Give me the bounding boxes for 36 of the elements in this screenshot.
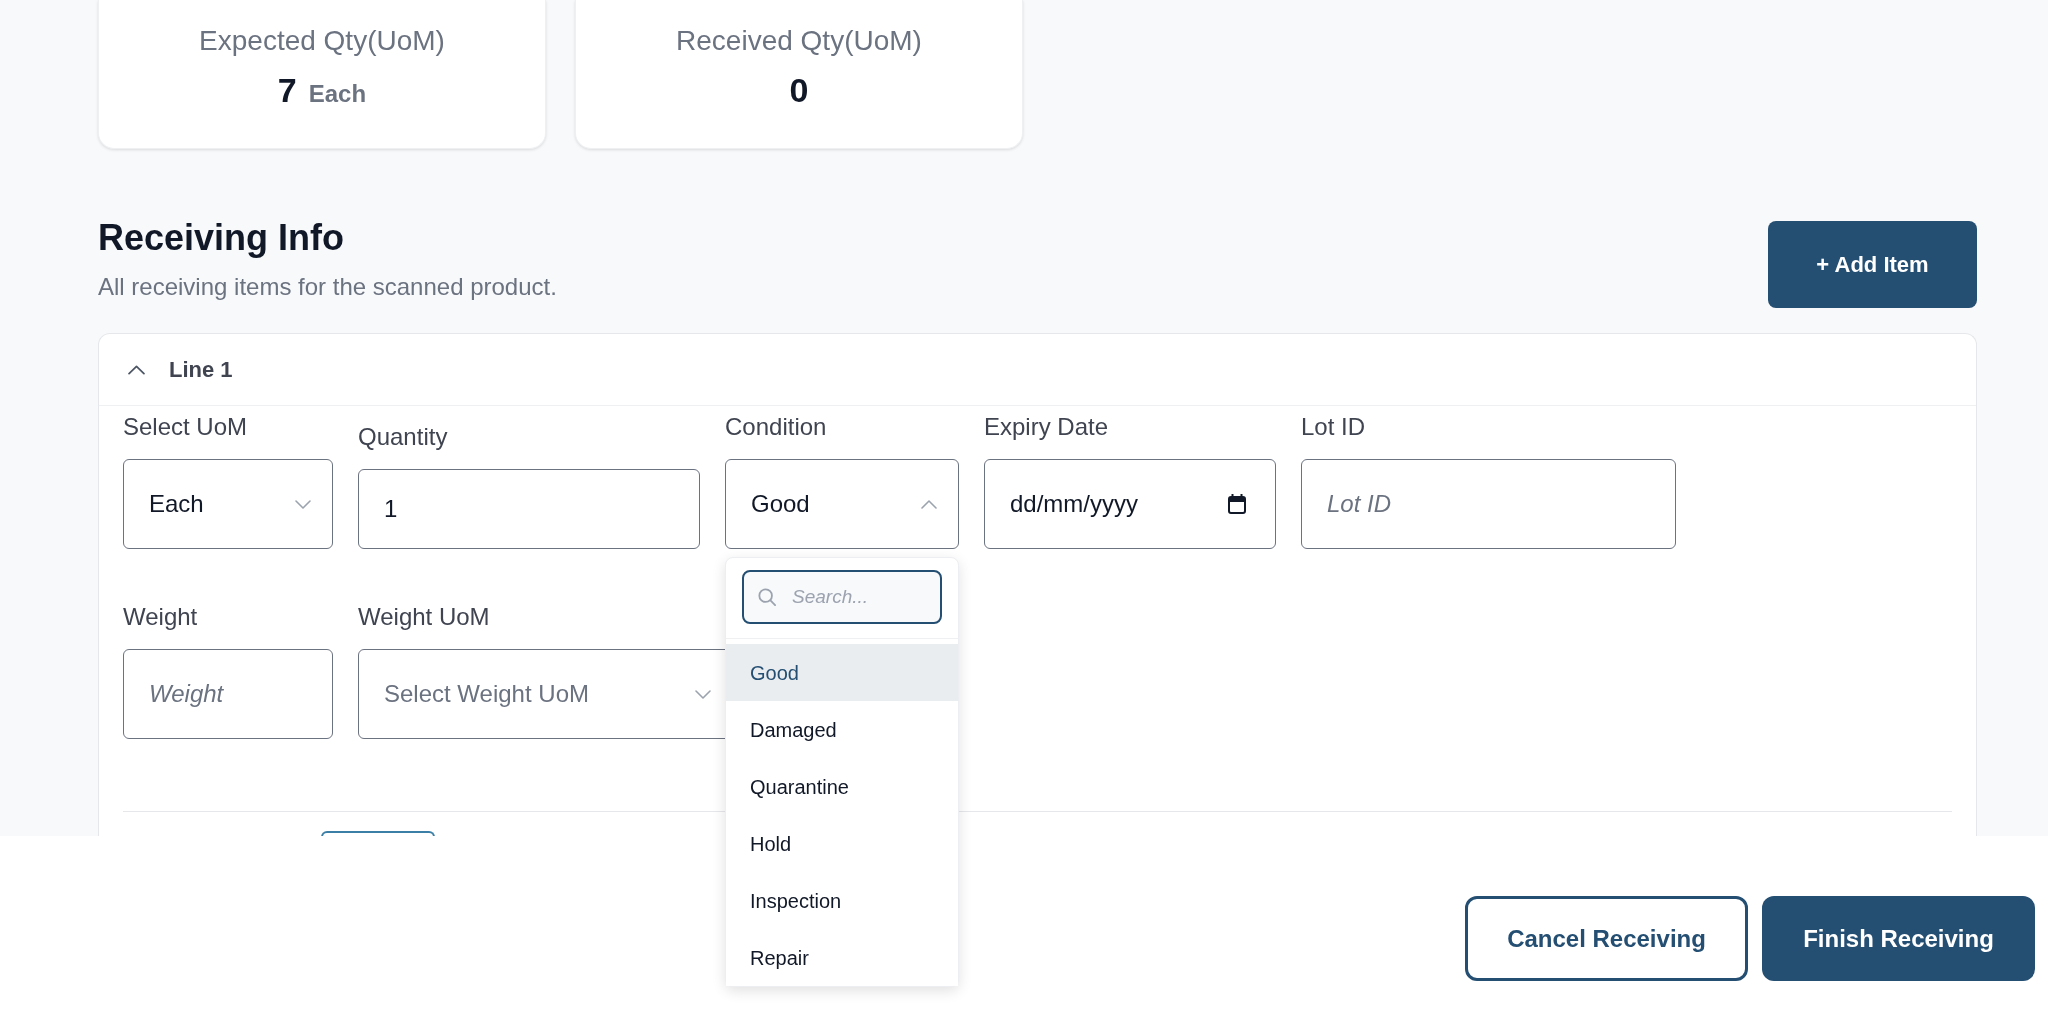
select-field[interactable]: Good: [725, 459, 959, 549]
field-label: Select UoM: [123, 412, 249, 442]
cancel-button[interactable]: Cancel Receiving: [1465, 896, 1748, 981]
field-label: Expiry Date: [984, 412, 1110, 442]
section-title: Receiving Info: [98, 216, 346, 260]
input-field[interactable]: 1: [358, 469, 700, 549]
field-label: Weight: [123, 602, 199, 632]
search-icon: [758, 588, 776, 606]
qty-unit: Each: [308, 79, 367, 109]
dropdown-option[interactable]: Damaged: [726, 701, 958, 758]
field-label: Condition: [725, 412, 828, 442]
dropdown-option[interactable]: Good: [726, 644, 958, 701]
card-title: Received Qty(UoM): [676, 24, 922, 58]
field-label: Quantity: [358, 422, 449, 452]
add-item-button[interactable]: + Add Item: [1768, 221, 1977, 308]
field-label: Weight UoM: [358, 602, 491, 632]
qty-value: 7: [277, 72, 297, 108]
date-field[interactable]: dd/mm/yyyy: [984, 459, 1276, 549]
chevron-down-icon: [295, 499, 311, 509]
dropdown-option[interactable]: Hold: [726, 815, 958, 872]
chevron-down-icon: [695, 689, 711, 699]
input-field[interactable]: Lot ID: [1301, 459, 1676, 549]
search-field[interactable]: Search...: [742, 570, 942, 624]
finish-button[interactable]: Finish Receiving: [1762, 896, 2035, 981]
section-subtitle: All receiving items for the scanned product.: [98, 272, 557, 302]
field-label: Lot ID: [1301, 412, 1367, 442]
qty-value: 0: [789, 72, 809, 108]
dropdown-option[interactable]: Inspection: [726, 872, 958, 929]
select-field[interactable]: Each: [123, 459, 333, 549]
calendar-icon: [1228, 494, 1246, 514]
input-field[interactable]: Weight: [123, 649, 333, 739]
dropdown-option[interactable]: Quarantine: [726, 758, 958, 815]
card-title: Expected Qty(UoM): [199, 24, 445, 58]
dropdown-option[interactable]: Repair: [726, 929, 958, 986]
line-toggle[interactable]: Line 1: [128, 353, 233, 386]
chevron-up-icon: [921, 499, 937, 509]
